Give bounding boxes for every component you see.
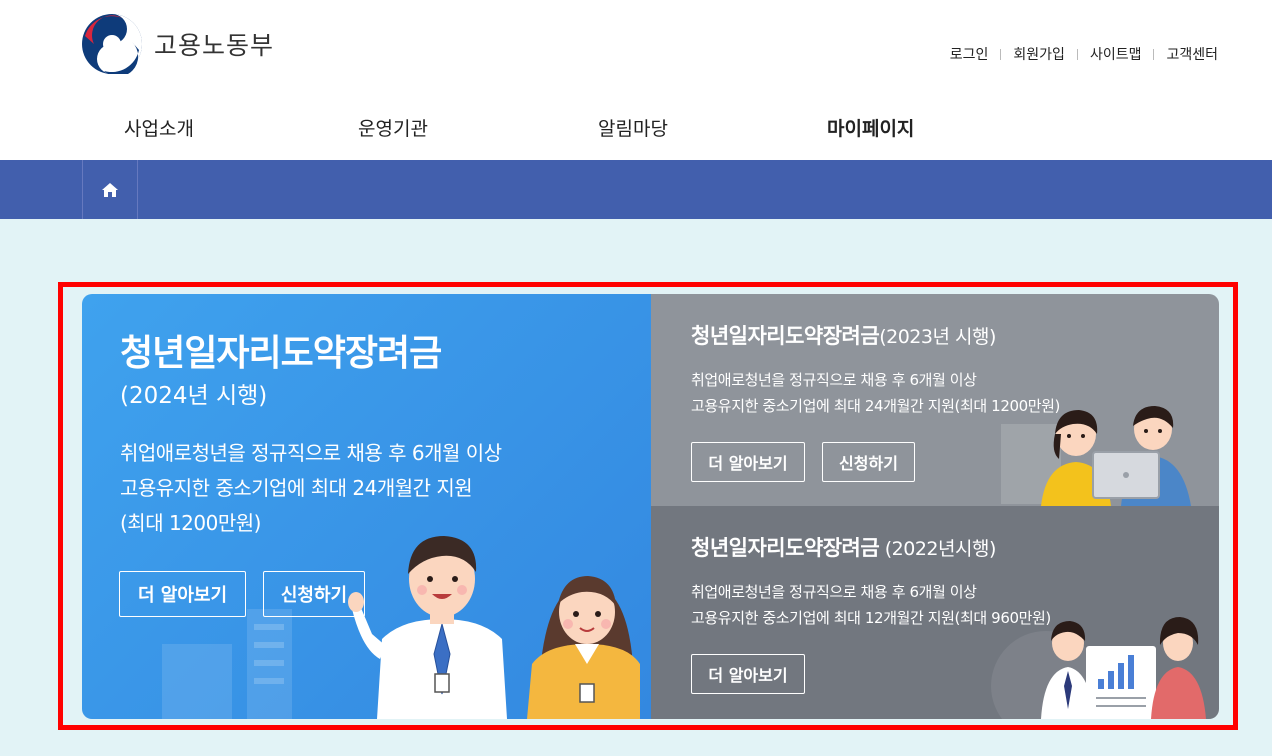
ministry-logo[interactable]: 고용노동부 (82, 14, 274, 74)
main-subtitle: (2024년 시행) (120, 383, 268, 409)
desc-line: 취업애로청년을 정규직으로 채용 후 6개월 이상 (691, 371, 977, 389)
main-title: 청년일자리도약장려금 (120, 333, 442, 374)
card-2023-description: 취업애로청년을 정규직으로 채용 후 6개월 이상 고용유지한 중소기업에 최대… (691, 367, 1060, 419)
site-header: 고용노동부 로그인 회원가입 사이트맵 고객센터 사업소개 운영기관 알림마당 … (0, 0, 1272, 160)
desc-line: 고용유지한 중소기업에 최대 12개월간 지원(최대 960만원) (691, 609, 1051, 627)
laptop-team-illustration (1001, 406, 1191, 506)
home-icon (102, 182, 118, 197)
card-2023-apply-button[interactable]: 신청하기 (822, 442, 915, 482)
card-2023-heading: 청년일자리도약장려금(2023년 시행) (691, 320, 996, 350)
program-card-2023: 청년일자리도약장려금(2023년 시행) 취업애로청년을 정규직으로 채용 후 … (651, 294, 1219, 506)
desc-line: 고용유지한 중소기업에 최대 24개월간 지원(최대 1200만원) (691, 397, 1061, 415)
office-workers-illustration (348, 536, 640, 719)
location-bar (0, 160, 1272, 219)
divider (1076, 48, 1078, 60)
card-2022-heading: 청년일자리도약장려금 (2022년시행) (691, 532, 996, 562)
customer-center-link[interactable]: 고객센터 (1166, 44, 1218, 64)
main-program-card: 청년일자리도약장려금 (2024년 시행) 취업애로청년을 정규직으로 채용 후… (82, 294, 651, 719)
nav-operating-agency[interactable]: 운영기관 (358, 114, 428, 141)
home-button[interactable] (82, 160, 138, 219)
card-2022-year: (2022년시행) (879, 538, 997, 560)
desc-line: 취업애로청년을 정규직으로 채용 후 6개월 이상 (120, 441, 502, 465)
logo-text: 고용노동부 (154, 31, 275, 60)
card-2022-learn-more-button[interactable]: 더 알아보기 (691, 654, 805, 694)
main-navigation: 사업소개 운영기관 알림마당 마이페이지 (0, 114, 1272, 142)
nav-business-intro[interactable]: 사업소개 (124, 114, 194, 141)
nav-mypage[interactable]: 마이페이지 (827, 114, 914, 141)
card-2023-year: (2023년 시행) (879, 326, 996, 348)
card-2023-learn-more-button[interactable]: 더 알아보기 (691, 442, 805, 482)
divider (1000, 48, 1002, 60)
program-banner: 청년일자리도약장려금 (2024년 시행) 취업애로청년을 정규직으로 채용 후… (82, 294, 1219, 719)
learn-more-button[interactable]: 더 알아보기 (119, 571, 246, 617)
card-2023-title: 청년일자리도약장려금 (691, 324, 880, 348)
sitemap-link[interactable]: 사이트맵 (1090, 44, 1142, 64)
utility-links: 로그인 회원가입 사이트맵 고객센터 (950, 44, 1218, 64)
program-card-2022: 청년일자리도약장려금 (2022년시행) 취업애로청년을 정규직으로 채용 후 … (651, 506, 1219, 719)
nav-notice[interactable]: 알림마당 (598, 114, 668, 141)
login-link[interactable]: 로그인 (950, 44, 989, 64)
divider (1153, 48, 1155, 60)
signup-link[interactable]: 회원가입 (1013, 44, 1065, 64)
taegeuk-logo-icon (82, 14, 142, 74)
card-2022-title: 청년일자리도약장려금 (691, 536, 880, 560)
desc-line: 고용유지한 중소기업에 최대 24개월간 지원 (120, 476, 473, 500)
desc-line: 취업애로청년을 정규직으로 채용 후 6개월 이상 (691, 583, 977, 601)
card-2022-description: 취업애로청년을 정규직으로 채용 후 6개월 이상 고용유지한 중소기업에 최대… (691, 579, 1051, 631)
